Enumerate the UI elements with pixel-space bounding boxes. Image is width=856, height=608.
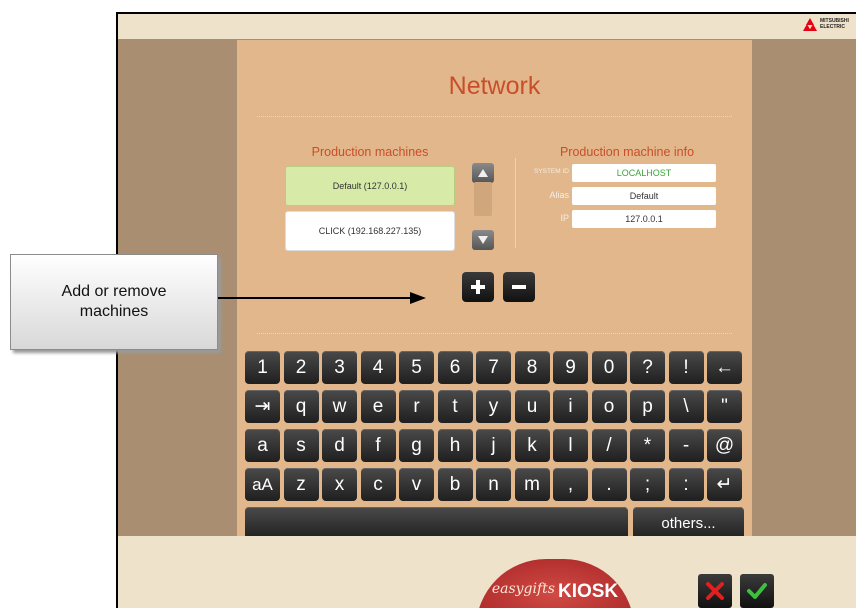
divider-top bbox=[257, 116, 732, 117]
key-3-1[interactable]: z bbox=[283, 468, 319, 501]
screenshot: MITSUBISHI ELECTRIC Network Production m… bbox=[0, 0, 856, 608]
key-0-8[interactable]: 9 bbox=[553, 351, 588, 384]
key-0-11[interactable]: ! bbox=[668, 351, 704, 384]
key-3-2[interactable]: x bbox=[322, 468, 357, 501]
key-0-3[interactable]: 4 bbox=[360, 351, 396, 384]
system-id-field[interactable]: LOCALHOST bbox=[572, 164, 716, 182]
key-1-10[interactable]: p bbox=[630, 390, 665, 423]
key-2-6[interactable]: j bbox=[476, 429, 511, 462]
mitsubishi-logo: MITSUBISHI ELECTRIC bbox=[803, 18, 850, 31]
key-2-3[interactable]: f bbox=[360, 429, 396, 462]
logo-text-kiosk: KIOSK bbox=[557, 581, 619, 602]
key-2-11[interactable]: - bbox=[668, 429, 704, 462]
key-0-12[interactable]: ← bbox=[707, 351, 742, 384]
close-icon bbox=[706, 582, 724, 600]
key-3-5[interactable]: b bbox=[437, 468, 473, 501]
key-3-11[interactable]: : bbox=[668, 468, 704, 501]
three-diamonds-icon bbox=[803, 18, 817, 31]
annotation-arrow bbox=[218, 297, 413, 299]
key-1-0[interactable]: ⇥ bbox=[245, 390, 280, 423]
key-2-12[interactable]: @ bbox=[707, 429, 742, 462]
key-0-9[interactable]: 0 bbox=[591, 351, 627, 384]
machine-item-label: Default (127.0.0.1) bbox=[332, 181, 408, 191]
brand-line-2: ELECTRIC bbox=[820, 24, 845, 30]
ip-field[interactable]: 127.0.0.1 bbox=[572, 210, 716, 228]
triangle-up-icon bbox=[478, 169, 488, 177]
confirm-button[interactable] bbox=[740, 574, 774, 608]
key-0-6[interactable]: 7 bbox=[476, 351, 511, 384]
key-2-10[interactable]: * bbox=[630, 429, 665, 462]
key-1-12[interactable]: " bbox=[707, 390, 742, 423]
key-1-2[interactable]: w bbox=[322, 390, 357, 423]
section-separator bbox=[515, 158, 516, 248]
network-panel: Network Production machines Production m… bbox=[237, 40, 752, 540]
key-1-3[interactable]: e bbox=[360, 390, 396, 423]
remove-machine-button[interactable] bbox=[503, 272, 535, 302]
key-3-10[interactable]: ; bbox=[630, 468, 665, 501]
key-3-12[interactable]: ↵ bbox=[707, 468, 742, 501]
key-3-9[interactable]: . bbox=[591, 468, 627, 501]
check-icon bbox=[747, 583, 767, 599]
key-1-4[interactable]: r bbox=[399, 390, 434, 423]
scroll-down-button[interactable] bbox=[472, 230, 494, 250]
key-0-1[interactable]: 2 bbox=[283, 351, 319, 384]
key-3-0[interactable]: aA bbox=[245, 468, 280, 501]
key-2-7[interactable]: k bbox=[514, 429, 550, 462]
key-3-6[interactable]: n bbox=[476, 468, 511, 501]
key-2-8[interactable]: l bbox=[553, 429, 588, 462]
key-1-7[interactable]: u bbox=[514, 390, 550, 423]
system-id-label: SYSTEM ID bbox=[533, 168, 569, 175]
key-2-2[interactable]: d bbox=[322, 429, 357, 462]
cancel-button[interactable] bbox=[698, 574, 732, 608]
key-1-11[interactable]: \ bbox=[668, 390, 704, 423]
top-bar: MITSUBISHI ELECTRIC bbox=[118, 14, 856, 39]
page-title: Network bbox=[448, 72, 541, 100]
key-2-1[interactable]: s bbox=[283, 429, 319, 462]
annotation-callout: Add or remove machines bbox=[10, 254, 218, 350]
key-1-9[interactable]: o bbox=[591, 390, 627, 423]
key-1-6[interactable]: y bbox=[476, 390, 511, 423]
arrow-head-icon bbox=[410, 292, 426, 304]
scroll-track[interactable] bbox=[474, 182, 492, 216]
kiosk-window: MITSUBISHI ELECTRIC Network Production m… bbox=[116, 12, 856, 608]
key-3-3[interactable]: c bbox=[360, 468, 396, 501]
key-2-4[interactable]: g bbox=[399, 429, 434, 462]
machine-item-label: CLICK (192.168.227.135) bbox=[318, 226, 422, 236]
machine-item-default[interactable]: Default (127.0.0.1) bbox=[285, 166, 455, 206]
key-3-4[interactable]: v bbox=[399, 468, 434, 501]
key-1-8[interactable]: i bbox=[553, 390, 588, 423]
key-0-2[interactable]: 3 bbox=[322, 351, 357, 384]
key-3-8[interactable]: , bbox=[553, 468, 588, 501]
key-0-0[interactable]: 1 bbox=[245, 351, 280, 384]
key-0-10[interactable]: ? bbox=[630, 351, 665, 384]
callout-text: Add or remove machines bbox=[61, 283, 167, 320]
alias-field[interactable]: Default bbox=[572, 187, 716, 205]
key-1-5[interactable]: t bbox=[437, 390, 473, 423]
alias-label: Alias bbox=[549, 190, 569, 200]
logo-text-easygifts: easygifts bbox=[491, 581, 555, 597]
key-2-9[interactable]: / bbox=[591, 429, 627, 462]
machines-header: Production machines bbox=[311, 145, 429, 159]
machine-info-header: Production machine info bbox=[559, 145, 695, 159]
key-0-7[interactable]: 8 bbox=[514, 351, 550, 384]
key-1-1[interactable]: q bbox=[283, 390, 319, 423]
divider-bottom bbox=[257, 333, 732, 334]
key-0-5[interactable]: 6 bbox=[437, 351, 473, 384]
add-machine-button[interactable] bbox=[462, 272, 494, 302]
key-2-5[interactable]: h bbox=[437, 429, 473, 462]
key-2-0[interactable]: a bbox=[245, 429, 280, 462]
key-3-7[interactable]: m bbox=[514, 468, 550, 501]
triangle-down-icon bbox=[478, 236, 488, 244]
machine-item-click[interactable]: CLICK (192.168.227.135) bbox=[285, 211, 455, 251]
ip-label: IP bbox=[560, 213, 569, 223]
key-0-4[interactable]: 5 bbox=[399, 351, 434, 384]
scroll-up-button[interactable] bbox=[472, 163, 494, 183]
